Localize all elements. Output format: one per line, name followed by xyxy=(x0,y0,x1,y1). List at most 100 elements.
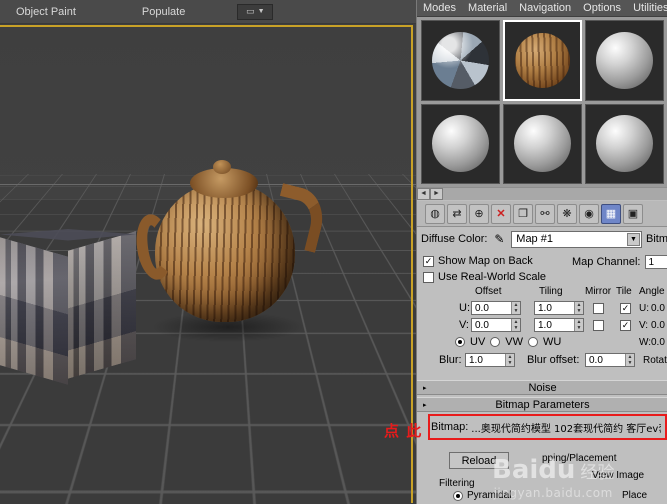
menu-navigation[interactable]: Navigation xyxy=(513,0,577,17)
show-map-in-viewport-icon[interactable]: ▦ xyxy=(601,203,621,224)
material-slot-6[interactable] xyxy=(585,103,664,184)
pyramidal-filter-row[interactable]: Pyramidal xyxy=(453,490,511,501)
slot-horizontal-scrollbar[interactable]: ◄ ► xyxy=(417,187,667,200)
material-slot-1[interactable] xyxy=(421,20,500,101)
material-preview-sphere xyxy=(432,115,489,173)
diffuse-color-label: Diffuse Color: xyxy=(421,233,488,245)
viewport-toolbar: Object Paint Populate ▭ ▼ xyxy=(0,0,416,24)
uv-mode-row: UV VW WU W: 0.0 xyxy=(417,334,667,350)
chevron-down-icon[interactable]: ▼ xyxy=(627,232,640,246)
material-slot-2[interactable] xyxy=(503,20,582,101)
show-map-on-back-label: Show Map on Back xyxy=(438,255,533,267)
blur-spinner[interactable]: 1.0 ▲ ▼ xyxy=(465,353,515,367)
object-paint-button[interactable]: Object Paint xyxy=(6,6,86,18)
spinner-buttons[interactable]: ▲ ▼ xyxy=(574,319,583,331)
spinner-buttons[interactable]: ▲ ▼ xyxy=(511,302,520,314)
u-mirror-checkbox[interactable] xyxy=(593,302,604,314)
u-tile-checkbox[interactable]: ✓ xyxy=(620,302,631,314)
box-texture-left xyxy=(0,237,68,385)
blur-value: 1.0 xyxy=(469,354,483,366)
pyramidal-label: Pyramidal xyxy=(467,490,512,501)
blur-offset-label: Blur offset: xyxy=(527,354,580,366)
rollup-noise[interactable]: ▸ Noise xyxy=(417,380,667,395)
v-tiling-value: 1.0 xyxy=(538,319,552,331)
put-to-library-icon[interactable]: ❋ xyxy=(557,203,577,224)
teapot-object[interactable] xyxy=(132,144,330,342)
u-tiling-spinner[interactable]: 1.0 ▲ ▼ xyxy=(534,301,584,315)
filtering-label: Filtering xyxy=(439,478,475,489)
material-slot-5[interactable] xyxy=(503,103,582,184)
v-tile-checkbox[interactable]: ✓ xyxy=(620,319,631,331)
spinner-buttons[interactable]: ▲ ▼ xyxy=(511,319,520,331)
chevron-right-icon: ▸ xyxy=(423,401,427,409)
scroll-left-arrow-icon[interactable]: ◄ xyxy=(417,187,430,200)
uv-column-headers: Offset Tiling Mirror Tile Angle xyxy=(417,286,667,300)
make-material-copy-icon[interactable]: ❐ xyxy=(513,203,533,224)
viewport-dropdown[interactable]: ▭ ▼ xyxy=(237,3,274,20)
v-tiling-spinner[interactable]: 1.0 ▲ ▼ xyxy=(534,318,584,332)
material-preview-sphere xyxy=(596,115,653,173)
v-offset-value: 0.0 xyxy=(475,319,489,331)
teapot-body xyxy=(155,182,295,322)
menu-modes[interactable]: Modes xyxy=(417,0,462,17)
uv-radio-label: UV xyxy=(470,336,486,348)
diffuse-color-row: Diffuse Color: ✎ Map #1 ▼ Bitm xyxy=(417,228,667,250)
material-slot-3[interactable] xyxy=(585,20,664,101)
use-real-world-scale-row[interactable]: Use Real-World Scale xyxy=(423,271,603,283)
material-slot-4[interactable] xyxy=(421,103,500,184)
material-preview-sphere xyxy=(514,32,571,88)
v-offset-spinner[interactable]: 0.0 ▲ ▼ xyxy=(471,318,521,332)
reload-button[interactable]: Reload xyxy=(449,452,509,469)
chevron-down-icon: ▼ xyxy=(257,8,265,15)
show-map-on-back-row[interactable]: ✓ Show Map on Back xyxy=(423,255,583,267)
u-angle-label: U: xyxy=(639,302,649,314)
spinner-buttons[interactable]: ▲ ▼ xyxy=(505,354,514,366)
make-unique-icon[interactable]: ⚯ xyxy=(535,203,555,224)
diffuse-map-value: Map #1 xyxy=(516,233,553,245)
v-angle-value: 0.0 xyxy=(651,319,665,331)
blur-offset-spinner[interactable]: 0.0 ▲ ▼ xyxy=(585,353,635,367)
reset-map-icon[interactable]: ✕ xyxy=(491,203,511,224)
tiling-column-header: Tiling xyxy=(539,286,563,297)
scroll-right-arrow-icon[interactable]: ► xyxy=(430,187,443,200)
menu-material[interactable]: Material xyxy=(462,0,513,17)
spinner-buttons[interactable]: ▲ ▼ xyxy=(625,354,634,366)
blur-row: Blur: 1.0 ▲ ▼ Blur offset: 0.0 ▲ ▼ Rotat xyxy=(417,352,667,368)
menu-options[interactable]: Options xyxy=(577,0,627,17)
vw-radio[interactable] xyxy=(490,337,501,347)
get-material-icon[interactable]: ◍ xyxy=(425,203,445,224)
diffuse-map-combobox[interactable]: Map #1 ▼ xyxy=(511,230,642,248)
uv-radio[interactable] xyxy=(455,337,465,347)
viewport-canvas[interactable] xyxy=(0,24,416,504)
put-material-to-scene-icon[interactable]: ⇄ xyxy=(447,203,467,224)
use-real-world-scale-checkbox[interactable] xyxy=(423,271,434,283)
pyramidal-radio[interactable] xyxy=(453,490,463,501)
u-angle-value: 0.0 xyxy=(651,302,665,314)
show-map-on-back-checkbox[interactable]: ✓ xyxy=(423,255,434,267)
spinner-buttons[interactable]: ▲ ▼ xyxy=(574,302,583,314)
map-channel-spinner[interactable]: 1 ▲▼ xyxy=(644,255,667,269)
eyedropper-icon[interactable]: ✎ xyxy=(491,231,507,247)
rollup-noise-label: Noise xyxy=(528,381,557,394)
map-channel-row: Map Channel: 1 ▲▼ xyxy=(572,255,667,269)
menu-utilities[interactable]: Utilities xyxy=(627,0,667,17)
bitmap-type-label: Bitm xyxy=(646,233,667,245)
annotation-label: 点 此 xyxy=(384,422,423,440)
rotate-button[interactable]: Rotat xyxy=(643,355,667,366)
w-angle-value: 0.0 xyxy=(651,336,665,348)
show-end-result-icon[interactable]: ▣ xyxy=(623,203,643,224)
view-image-button[interactable]: View Image xyxy=(592,470,644,481)
rollup-bitmap-parameters[interactable]: ▸ Bitmap Parameters xyxy=(417,397,667,412)
assign-material-icon[interactable]: ⊕ xyxy=(469,203,489,224)
scrollbar-track[interactable] xyxy=(443,187,667,200)
v-mirror-checkbox[interactable] xyxy=(593,319,604,331)
wu-radio[interactable] xyxy=(528,337,539,347)
rollup-bitmap-label: Bitmap Parameters xyxy=(495,398,590,411)
map-channel-value: 1 xyxy=(648,256,655,268)
populate-button[interactable]: Populate xyxy=(132,6,195,18)
material-id-icon[interactable]: ◉ xyxy=(579,203,599,224)
uv-row-u: U: 0.0 ▲ ▼ 1.0 ▲ ▼ ✓ U: 0.0 xyxy=(417,300,667,316)
u-offset-spinner[interactable]: 0.0 ▲ ▼ xyxy=(471,301,521,315)
textured-box-object[interactable] xyxy=(0,229,140,394)
blur-offset-value: 0.0 xyxy=(589,354,603,366)
